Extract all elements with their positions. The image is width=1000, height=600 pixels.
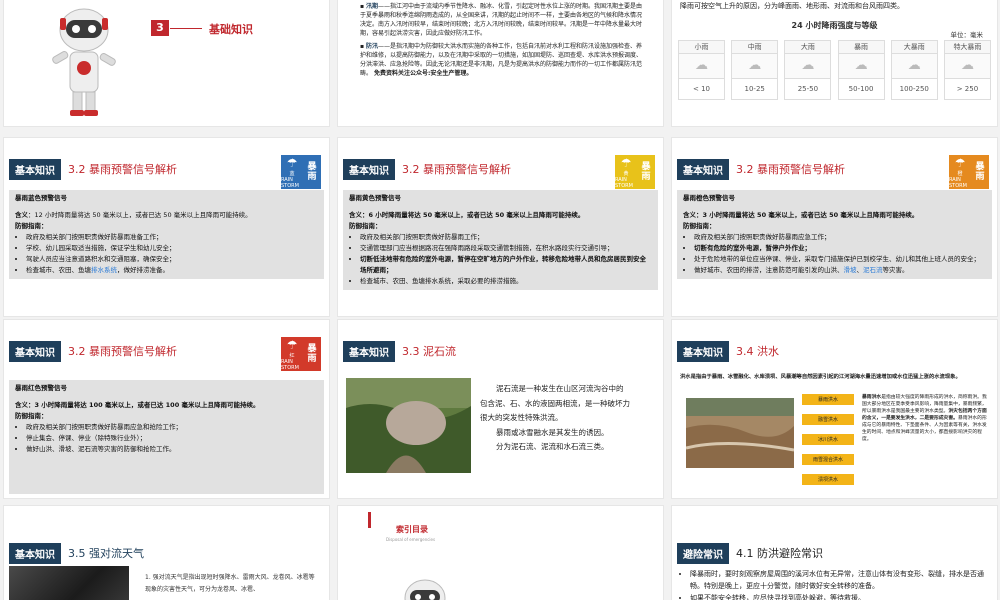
slide-orange-warning[interactable]: 基本知识 3.2 暴雨预警信号解析 ☂ 橙 RAIN STORM 暴雨 暴雨橙色预警信… <box>672 138 997 316</box>
flood-description: 暴雨洪水是指由较大强度的降雨形成的洪水，简称雨洪。我国大部分地区在夏季受季风影响… <box>862 395 987 442</box>
rainfall-grade-column: 大雨 ☁ 25-50 <box>784 40 832 100</box>
rain-cloud-icon: ☁ <box>890 54 938 79</box>
yellow-rainstorm-badge-icon: ☂ 黄 RAIN STORM 暴雨 <box>615 155 655 189</box>
rainfall-grade-column: 特大暴雨 ☁ > 250 <box>943 40 991 100</box>
rainfall-grade-column: 暴雨 ☁ 50-100 <box>837 40 885 100</box>
convection-text: 1. 强对流天气是指出现短时强降水、雷雨大风、龙卷风、冰雹等现象的灾害性天气，可… <box>145 574 315 593</box>
slide-flood-season-definition[interactable]: ▪ 汛期——指江河中由于流域内季节性降水、融冰、化雪，引起定时性水位上涨的时期。… <box>338 0 663 126</box>
rainfall-grade-column: 大暴雨 ☁ 100-250 <box>890 40 938 100</box>
warning-content-box: 暴雨橙色预警信号 含义：3 小时降雨量将达 50 毫米以上，或者已达 50 毫米… <box>677 190 992 279</box>
rain-cloud-icon: ☁ <box>943 54 991 79</box>
warning-content-box: 暴雨蓝色预警信号 含义：12 小时降雨量将达 50 毫米以上，或者已达 50 毫… <box>9 190 324 279</box>
slide-red-warning[interactable]: 基本知识 3.2 暴雨预警信号解析 ☂ 红 RAIN STORM 暴雨 暴雨红色预警信… <box>4 320 329 498</box>
section-tag: 基本知识 <box>9 158 61 180</box>
slide-title: 3.4 洪水 <box>736 345 779 358</box>
orange-rainstorm-badge-icon: ☂ 橙 RAIN STORM 暴雨 <box>949 155 989 189</box>
red-rainstorm-badge-icon: ☂ 红 RAIN STORM 暴雨 <box>281 337 321 371</box>
rainfall-grade-value: 100-250 <box>890 79 938 100</box>
avoidance-list: 降暴雨时，要时刻观察房屋周围的溪河水位有无异常，注意山体有没有变形、裂缝，排水是… <box>678 568 991 600</box>
slide-title: 3.5 强对流天气 <box>68 547 144 560</box>
section-tag: 基本知识 <box>9 542 61 564</box>
rain-cloud-icon: ☁ <box>678 54 725 79</box>
section-tag: 基本知识 <box>677 158 729 180</box>
slide-section-cover[interactable]: 3 基础知识 <box>4 0 329 126</box>
warning-content-box: 暴雨红色预警信号 含义：3 小时降雨量将达 100 毫米以上，或者已达 100 … <box>9 380 324 494</box>
rainfall-grade-header: 小雨 <box>678 40 725 54</box>
index-title: 索引目录 <box>396 525 428 534</box>
slide-title: 4.1 防洪避险常识 <box>736 547 823 560</box>
index-subtitle: Disposal of emergencies <box>386 537 436 542</box>
rainfall-grade-header: 暴雨 <box>837 40 885 54</box>
rainfall-grade-header: 特大暴雨 <box>943 40 991 54</box>
section-tag: 避险常识 <box>677 542 729 564</box>
rainfall-intro: 降雨可按空气上升的原因，分为峰面雨、地形雨、对流雨和台风雨四类。 <box>680 2 904 10</box>
slide-rainfall-grade[interactable]: 降雨可按空气上升的原因，分为峰面雨、地形雨、对流雨和台风雨四类。 24 小时降雨… <box>672 0 997 126</box>
slide-index-directory[interactable]: 索引目录 Disposal of emergencies <box>338 506 663 600</box>
rainfall-table-title: 24 小时降雨强度与等级 <box>791 21 878 30</box>
section-number: 3 <box>151 20 169 36</box>
rainfall-grade-header: 中雨 <box>731 40 779 54</box>
slide-title: 3.2 暴雨预警信号解析 <box>736 163 845 176</box>
rainfall-grade-table: 小雨 ☁ < 10 中雨 ☁ 10-25 大雨 ☁ 25-50 暴雨 ☁ 50-100 大暴雨 ☁ 100-… <box>678 40 991 100</box>
flood-type-label: 雨雪混合洪水 <box>802 454 854 465</box>
warning-content-box: 暴雨黄色预警信号 含义：6 小时降雨量将达 50 毫米以上，或者已达 50 毫米… <box>343 190 658 290</box>
blue-rainstorm-badge-icon: ☂ 蓝 RAIN STORM 暴雨 <box>281 155 321 189</box>
debris-flow-photo <box>346 378 471 473</box>
section-tag: 基本知识 <box>9 340 61 362</box>
slide-title: 3.2 暴雨预警信号解析 <box>68 163 177 176</box>
robot-mascot-illustration <box>52 8 116 116</box>
slide-severe-convection[interactable]: 基本知识 3.5 强对流天气 1. 强对流天气是指出现短时强降水、雷雨大风、龙卷风… <box>4 506 329 600</box>
rain-cloud-icon: ☁ <box>837 54 885 79</box>
slide-title: 3.3 泥石流 <box>402 345 456 358</box>
flood-type-label: 暴雨洪水 <box>802 394 854 405</box>
slide-flood-avoidance[interactable]: 避险常识 4.1 防洪避险常识 降暴雨时，要时刻观察房屋周围的溪河水位有无异常，注… <box>672 506 997 600</box>
rainfall-grade-value: 50-100 <box>837 79 885 100</box>
flood-type-label: 融雪洪水 <box>802 414 854 425</box>
slide-title: 3.2 暴雨预警信号解析 <box>68 345 177 358</box>
rainfall-grade-value: 25-50 <box>784 79 832 100</box>
rainfall-grade-header: 大雨 <box>784 40 832 54</box>
flood-type-label: 冰川洪水 <box>802 434 854 445</box>
rainfall-unit: 单位：毫米 <box>950 31 984 39</box>
flood-type-label: 溃坝洪水 <box>802 474 854 485</box>
flood-intro: 洪水是指由于暴雨、冰雪融化、水库溃坝、风暴潮等自然因素引起的江河湖海水量迅速增加… <box>680 374 961 380</box>
section-divider-line <box>170 28 202 29</box>
flood-type-list: 暴雨洪水融雪洪水冰川洪水雨雪混合洪水 溃坝洪水 <box>802 394 854 494</box>
slide-yellow-warning[interactable]: 基本知识 3.2 暴雨预警信号解析 ☂ 黄 RAIN STORM 暴雨 暴雨黄色预警信… <box>338 138 663 316</box>
storm-photo <box>9 566 129 600</box>
rainfall-grade-column: 中雨 ☁ 10-25 <box>731 40 779 100</box>
flood-season-paragraph: ▪ 汛期——指江河中由于流域内季节性降水、融冰、化雪，引起定时性水位上涨的时期。… <box>360 3 643 37</box>
rain-cloud-icon: ☁ <box>784 54 832 79</box>
debris-flow-text: 泥石流是一种发生在山区河流沟谷中的 包含泥、石、水的液固两相流，是一种破坏力 很… <box>480 384 630 451</box>
rain-cloud-icon: ☁ <box>731 54 779 79</box>
flood-control-paragraph: ▪ 防汛——是指汛期中为防御较大洪水而实施的各种工作，包括自汛前对水利工程和防汛… <box>360 43 643 77</box>
section-tag: 基本知识 <box>343 340 395 362</box>
section-tag: 基本知识 <box>343 158 395 180</box>
rainfall-grade-value: 10-25 <box>731 79 779 100</box>
slide-flood[interactable]: 基本知识 3.4 洪水 洪水是指由于暴雨、冰雪融化、水库溃坝、风暴潮等自然因素引起… <box>672 320 997 498</box>
slide-debris-flow[interactable]: 基本知识 3.3 泥石流 泥石流是一种发生在山区河流沟谷中的 包含泥、石、水的液固… <box>338 320 663 498</box>
rainfall-grade-column: 小雨 ☁ < 10 <box>678 40 725 100</box>
flood-photo <box>686 398 794 468</box>
rainfall-grade-value: > 250 <box>943 79 991 100</box>
slide-title: 3.2 暴雨预警信号解析 <box>402 163 511 176</box>
section-tag: 基本知识 <box>677 340 729 362</box>
section-title: 基础知识 <box>209 23 253 36</box>
rainfall-grade-value: < 10 <box>678 79 725 100</box>
red-accent-bar <box>368 512 371 528</box>
slide-blue-warning[interactable]: 基本知识 3.2 暴雨预警信号解析 ☂ 蓝 RAIN STORM 暴雨 暴雨蓝色预警信… <box>4 138 329 316</box>
robot-mascot-illustration <box>404 579 446 600</box>
rainfall-grade-header: 大暴雨 <box>890 40 938 54</box>
